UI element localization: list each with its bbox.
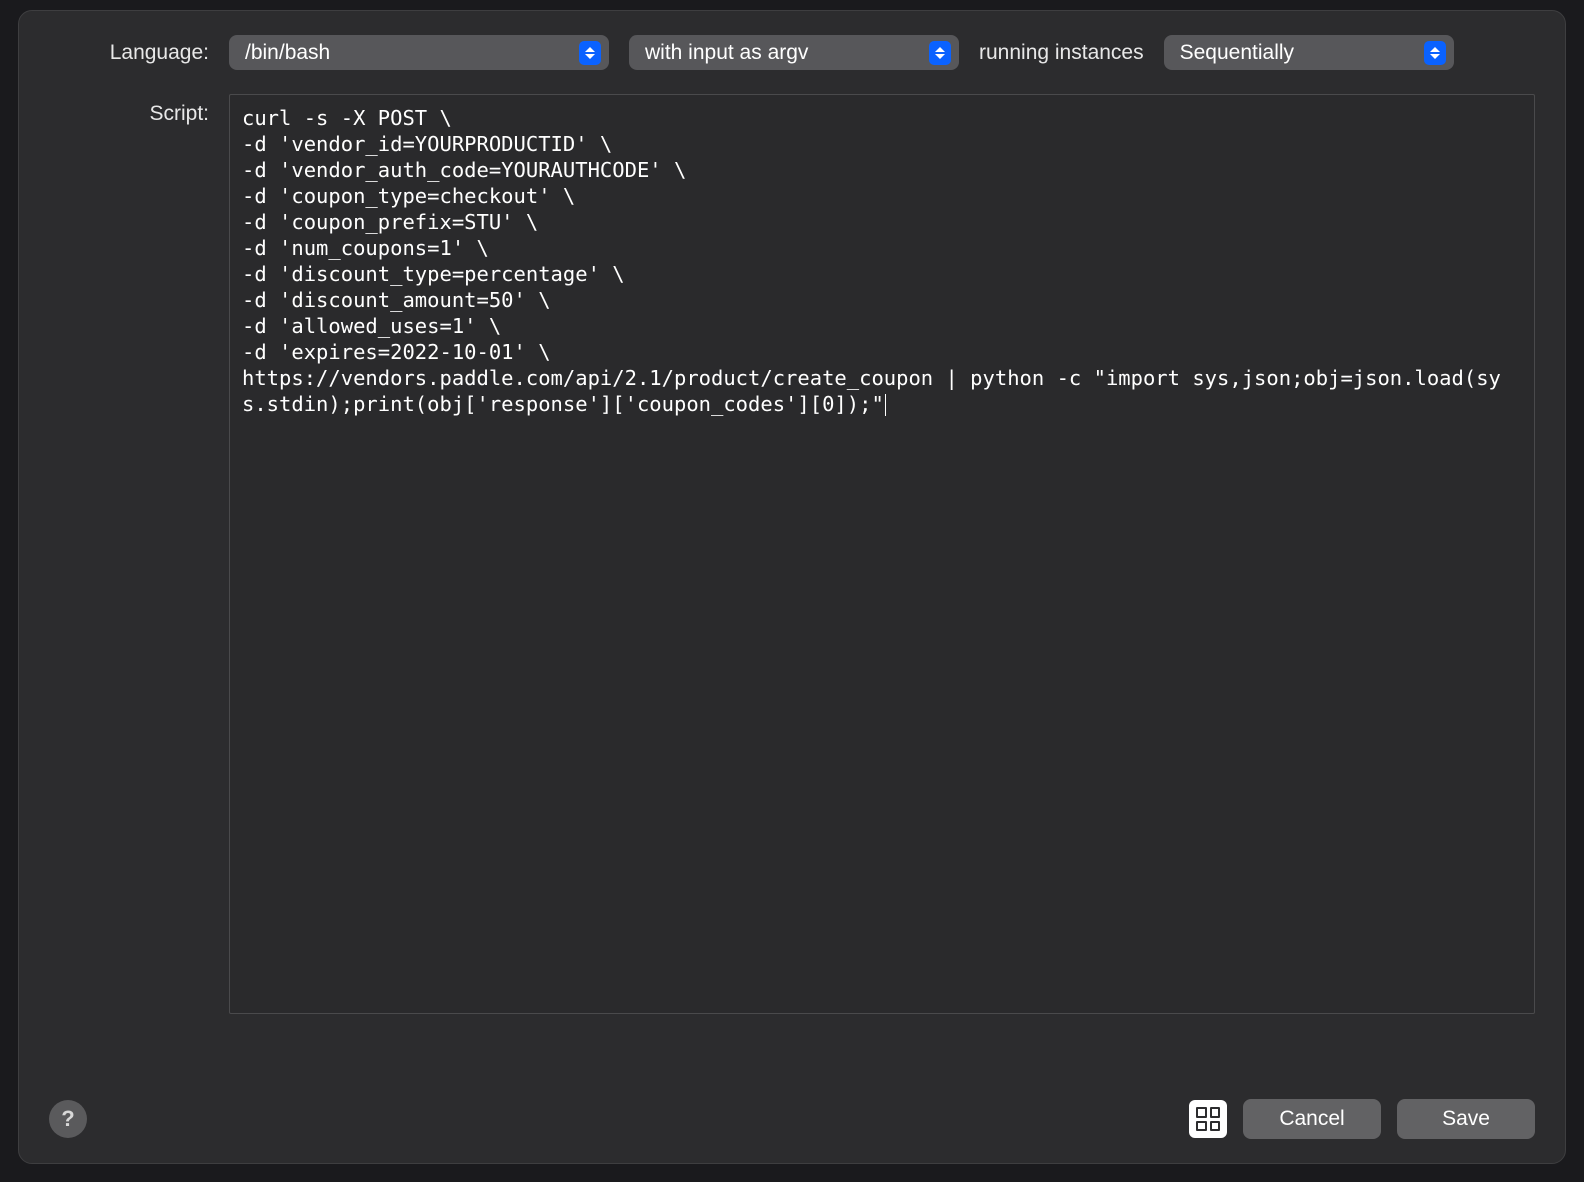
input-mode-select[interactable]: with input as argv: [629, 35, 959, 70]
language-select[interactable]: /bin/bash: [229, 35, 609, 70]
cancel-button[interactable]: Cancel: [1243, 1099, 1381, 1139]
script-content: curl -s -X POST \ -d 'vendor_id=YOURPROD…: [242, 106, 1501, 416]
updown-icon: [1424, 41, 1446, 65]
running-instances-value: Sequentially: [1180, 41, 1424, 65]
script-editor[interactable]: curl -s -X POST \ -d 'vendor_id=YOURPROD…: [229, 94, 1535, 1014]
text-cursor: [885, 394, 886, 416]
running-instances-label: running instances: [979, 41, 1144, 65]
script-row: Script: curl -s -X POST \ -d 'vendor_id=…: [49, 94, 1535, 1014]
footer-row: ? Cancel Save: [49, 1099, 1535, 1139]
language-select-value: /bin/bash: [245, 41, 579, 65]
header-row: Language: /bin/bash with input as argv r…: [49, 35, 1535, 70]
grid-icon: [1196, 1107, 1220, 1131]
language-label: Language:: [49, 41, 209, 65]
save-button[interactable]: Save: [1397, 1099, 1535, 1139]
updown-icon: [929, 41, 951, 65]
input-mode-value: with input as argv: [645, 41, 929, 65]
settings-panel: Language: /bin/bash with input as argv r…: [18, 10, 1566, 1164]
help-icon: ?: [61, 1106, 74, 1132]
save-button-label: Save: [1442, 1107, 1490, 1131]
running-instances-select[interactable]: Sequentially: [1164, 35, 1454, 70]
help-button[interactable]: ?: [49, 1100, 87, 1138]
app-grid-button[interactable]: [1189, 1100, 1227, 1138]
updown-icon: [579, 41, 601, 65]
cancel-button-label: Cancel: [1279, 1107, 1344, 1131]
script-label: Script:: [49, 94, 209, 126]
